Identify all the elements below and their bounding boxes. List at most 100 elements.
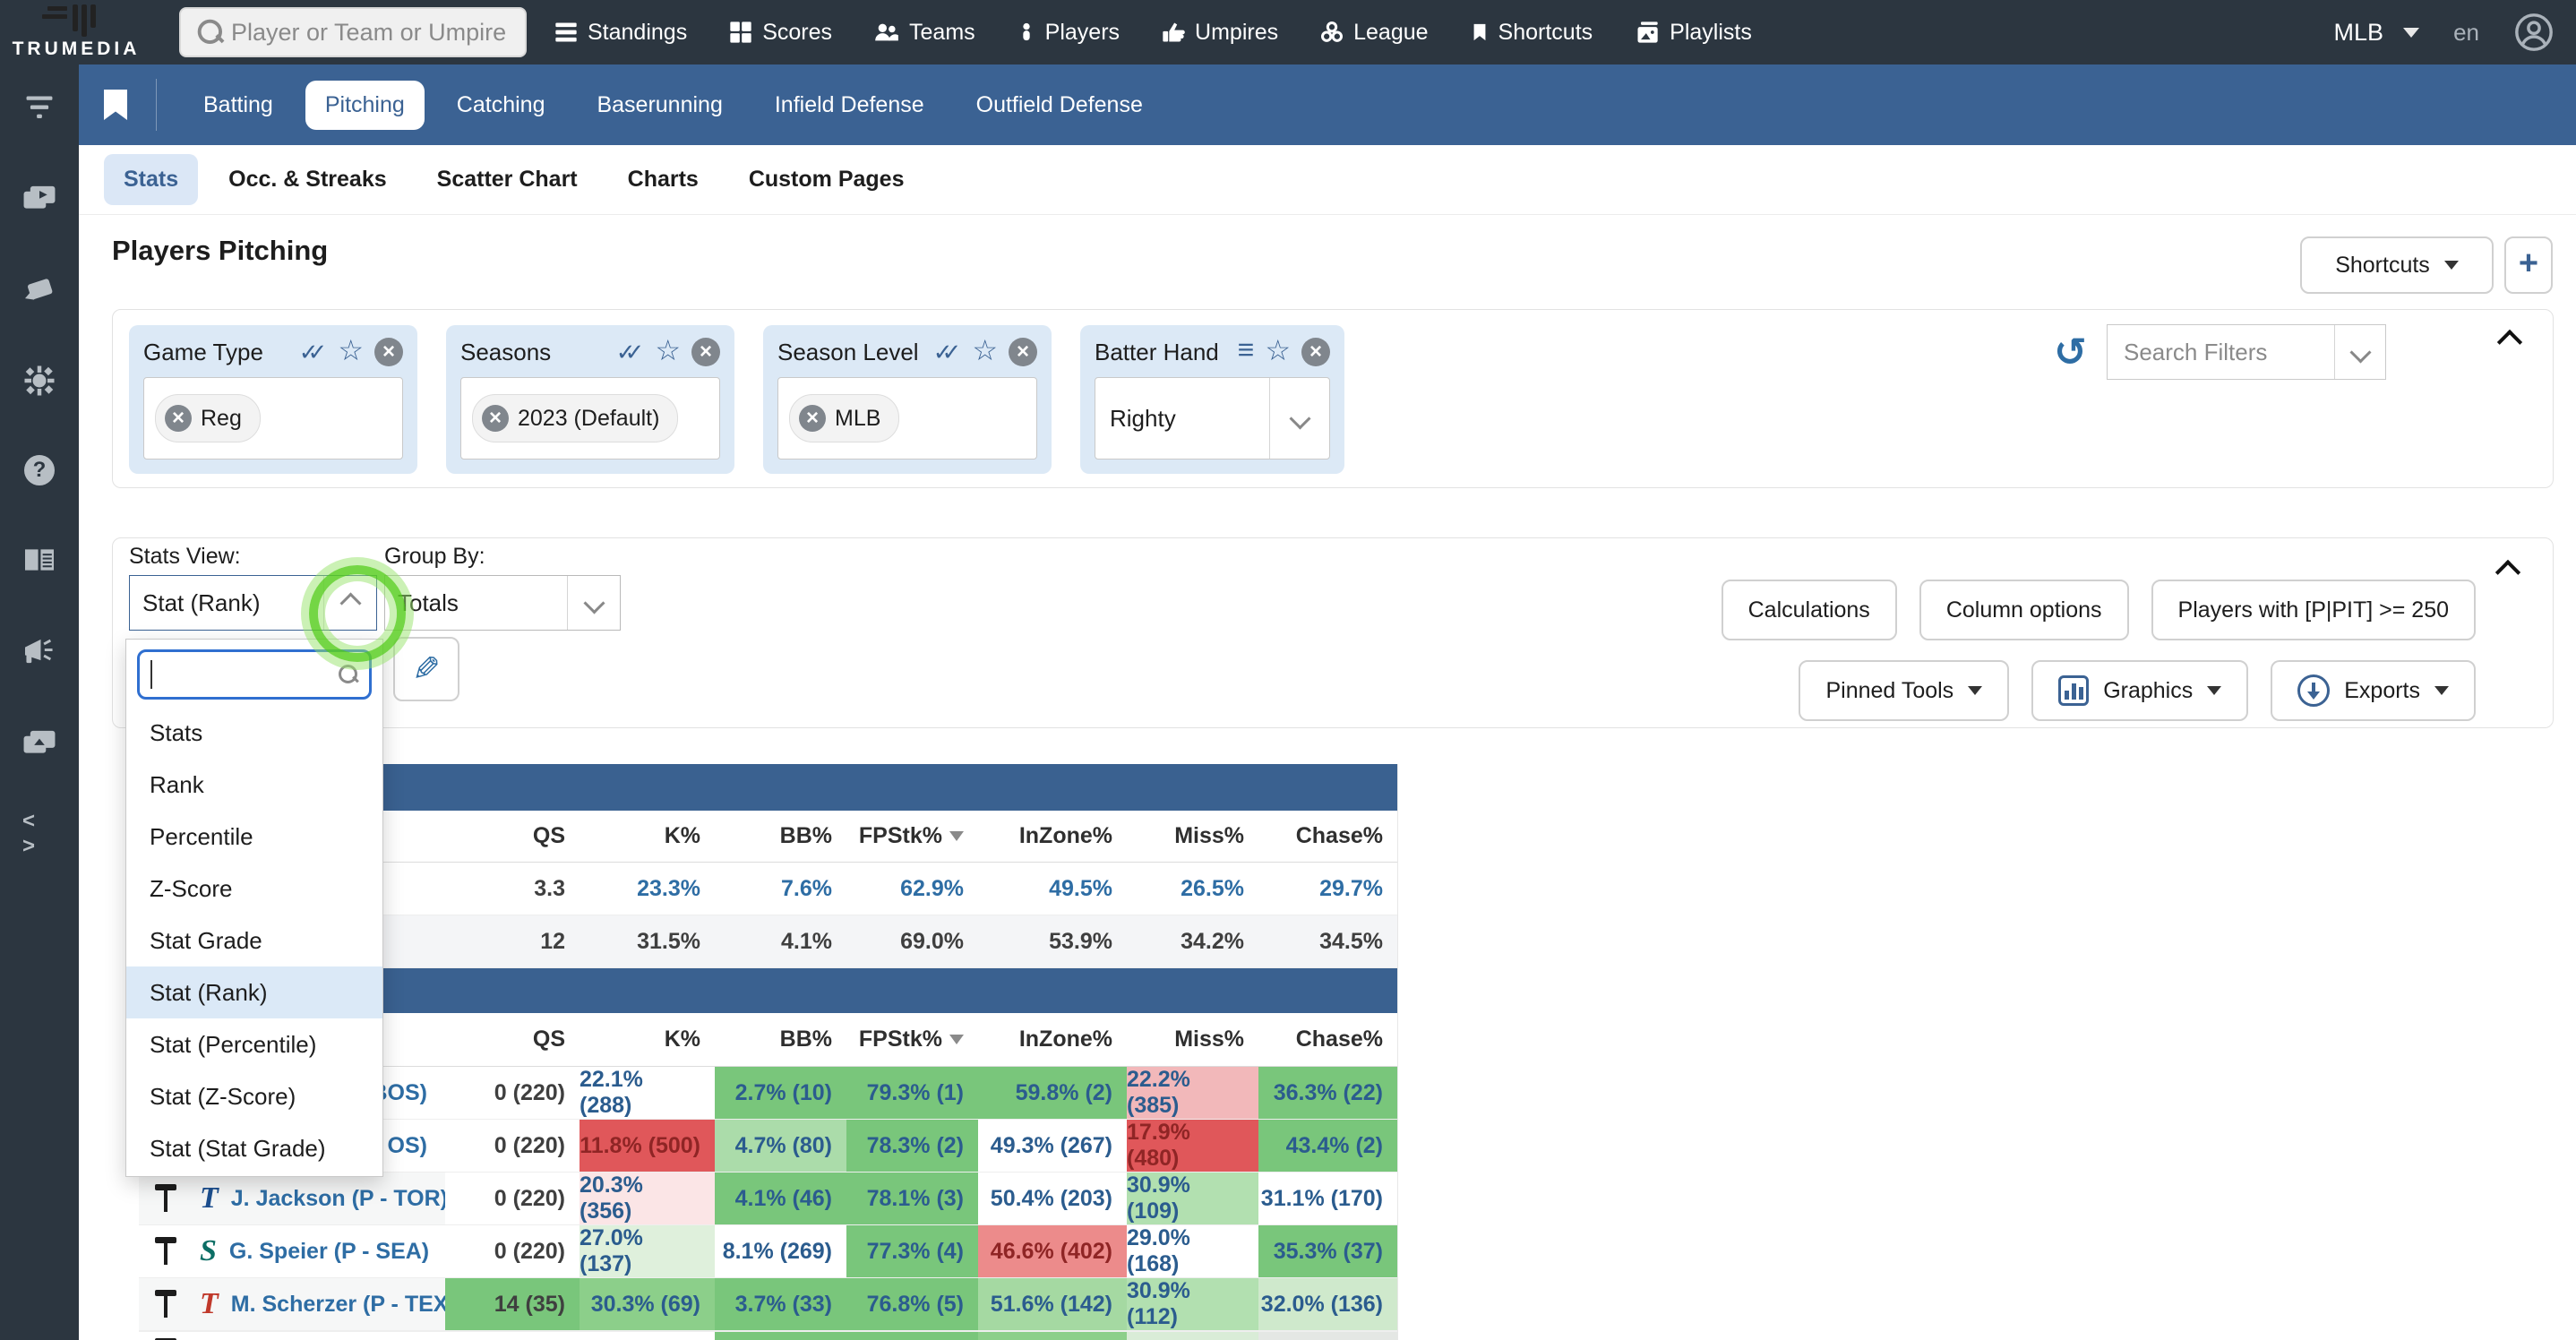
collapse-controls-button[interactable] [2494,559,2521,586]
edit-view-button[interactable] [393,637,459,701]
stat-cell[interactable]: 2.7% (10) [715,1067,846,1119]
stat-cell[interactable]: 29.7% [1258,876,1397,902]
col-header-inzone[interactable]: InZone% [978,1026,1127,1052]
stat-cell[interactable]: 62.9% [846,876,978,902]
pin-button[interactable] [139,1172,193,1224]
account-avatar-icon[interactable] [2513,12,2555,53]
col-header-k[interactable]: K% [580,823,715,849]
game-type-values[interactable]: Reg [143,377,403,460]
stat-cell[interactable]: 32.0% (136) [1258,1278,1397,1330]
stat-cell[interactable]: 29.0% (168) [1127,1225,1258,1277]
calculations-button[interactable]: Calculations [1721,580,1897,640]
stat-cell[interactable]: 11.8% (500) [580,1120,715,1172]
stat-cell[interactable]: 22.2% (385) [1127,1067,1258,1119]
dropdown-option-rank[interactable]: Rank [126,759,382,811]
stat-cell[interactable]: 20.3% (356) [580,1172,715,1224]
stat-cell[interactable]: 4.1% (46) [715,1172,846,1224]
stat-cell[interactable]: 30.9% (109) [1127,1172,1258,1224]
col-header-bb[interactable]: BB% [715,823,846,849]
col-header-fpstk[interactable]: FPStk% [846,823,978,849]
stat-cell[interactable]: 59.8% (2) [978,1067,1127,1119]
stat-cell[interactable]: 51.6% (142) [978,1278,1127,1330]
spray-charts-icon[interactable] [22,272,56,306]
col-header-k[interactable]: K% [580,1026,715,1052]
pinned-tools-button[interactable]: Pinned Tools [1799,660,2010,721]
col-header-chase[interactable]: Chase% [1258,823,1397,849]
filter-history-icon[interactable] [2054,330,2087,375]
trumedia-logo[interactable]: TRUMEDIA [9,2,143,63]
stat-cell[interactable]: 49.5% [978,876,1127,902]
media-gallery-icon[interactable] [22,726,56,760]
col-header-inzone[interactable]: InZone% [978,823,1127,849]
dropdown-option-stats[interactable]: Stats [126,707,382,759]
pin-button[interactable] [139,1278,193,1330]
favorite-star-icon[interactable] [1265,339,1291,365]
remove-filter-icon[interactable] [691,338,720,366]
tab-catching[interactable]: Catching [437,81,565,130]
stat-cell[interactable]: 78.1% (3) [846,1172,978,1224]
video-library-icon[interactable] [22,181,56,215]
col-header-qs[interactable]: QS [445,823,580,849]
dropdown-option-stat-z-score[interactable]: Stat (Z-Score) [126,1070,382,1122]
stat-cell[interactable]: 22.1% (288) [580,1067,715,1119]
glossary-book-icon[interactable] [22,543,56,577]
collapse-filters-button[interactable] [2496,329,2523,356]
nav-playlists[interactable]: Playlists [1634,20,1752,46]
col-header-miss[interactable]: Miss% [1127,1026,1258,1052]
nav-shortcuts[interactable]: Shortcuts [1470,20,1593,46]
col-header-miss[interactable]: Miss% [1127,823,1258,849]
tab-outfield-defense[interactable]: Outfield Defense [957,81,1163,130]
nav-scores[interactable]: Scores [728,20,832,46]
select-all-icon[interactable] [616,339,645,366]
col-header-qs[interactable]: QS [445,1026,580,1052]
settings-gear-icon[interactable] [22,364,56,398]
tab-stats[interactable]: Stats [104,154,199,205]
tab-scatter-chart[interactable]: Scatter Chart [417,154,597,205]
remove-filter-icon[interactable] [1009,338,1037,366]
seasons-values[interactable]: 2023 (Default) [460,377,720,460]
tab-baserunning[interactable]: Baserunning [577,81,742,130]
tab-batting[interactable]: Batting [184,81,293,130]
column-options-button[interactable]: Column options [1919,580,2129,640]
stat-cell[interactable]: 8.1% (269) [715,1225,846,1277]
global-search-input[interactable]: Player or Team or Umpire [179,7,527,57]
shortcuts-dropdown-button[interactable]: Shortcuts [2300,236,2494,294]
add-shortcut-button[interactable] [2504,236,2553,294]
stat-cell[interactable]: 50.4% (203) [978,1172,1127,1224]
dropdown-option-stat-stat-grade[interactable]: Stat (Stat Grade) [126,1122,382,1174]
stat-cell[interactable]: 49.3% (267) [978,1120,1127,1172]
remove-filter-icon[interactable] [1301,338,1330,366]
remove-chip-icon[interactable] [165,405,192,432]
player-link[interactable]: G. Speier (P - SEA) [229,1239,429,1265]
options-lines-icon[interactable] [1238,340,1255,364]
season-level-values[interactable]: MLB [777,377,1037,460]
league-selector[interactable]: MLB [2334,19,2420,47]
col-header-fpstk[interactable]: FPStk% [846,1026,978,1052]
qualifier-button[interactable]: Players with [P|PIT] >= 250 [2151,580,2476,640]
remove-chip-icon[interactable] [799,405,826,432]
favorite-star-icon[interactable] [655,339,681,365]
tab-infield-defense[interactable]: Infield Defense [755,81,944,130]
select-all-icon[interactable] [299,339,328,366]
nav-standings[interactable]: Standings [554,20,687,46]
player-link[interactable]: M. Scherzer (P - TEX) [231,1292,445,1318]
favorite-star-icon[interactable] [972,339,998,365]
dropdown-option-percentile[interactable]: Percentile [126,811,382,863]
stat-cell[interactable]: 79.3% (1) [846,1067,978,1119]
exports-button[interactable]: Exports [2271,660,2476,721]
stat-cell[interactable]: 76.8% (5) [846,1278,978,1330]
stat-cell[interactable]: 30.3% (69) [580,1278,715,1330]
player-link[interactable]: OS) [388,1133,427,1159]
stat-cell[interactable]: 7.6% [715,876,846,902]
developer-code-icon[interactable] [22,817,56,851]
language-selector[interactable]: en [2453,19,2479,47]
stat-cell[interactable]: 36.3% (22) [1258,1067,1397,1119]
player-link[interactable]: J. Jackson (P - TOR) [231,1186,445,1212]
dropdown-option-stat-percentile[interactable]: Stat (Percentile) [126,1018,382,1070]
col-header-bb[interactable]: BB% [715,1026,846,1052]
tab-occ-streaks[interactable]: Occ. & Streaks [209,154,407,205]
tab-pitching[interactable]: Pitching [305,80,425,130]
stat-cell[interactable]: 4.7% (80) [715,1120,846,1172]
stat-cell[interactable]: 3.7% (33) [715,1278,846,1330]
stat-cell[interactable]: 27.0% (137) [580,1225,715,1277]
